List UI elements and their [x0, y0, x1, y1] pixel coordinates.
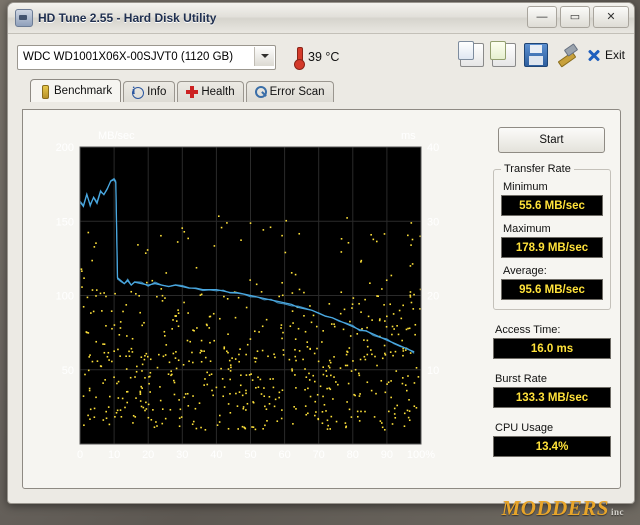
chevron-down-icon[interactable] [254, 46, 274, 66]
drive-select[interactable]: WDC WD1001X06X-00SJVT0 (1120 GB) [17, 44, 276, 70]
tab-info[interactable]: Info [123, 81, 176, 102]
results-sidebar: Start Transfer Rate Minimum 55.6 MB/sec … [493, 119, 611, 457]
copy-graph-icon[interactable] [457, 41, 484, 67]
transfer-rate-label: Transfer Rate [501, 163, 574, 175]
hard-disk-icon [15, 9, 33, 27]
svg-text:0: 0 [77, 449, 83, 461]
burst-rate-block: Burst Rate 133.3 MB/sec [493, 373, 611, 408]
watermark: MODDERS inc [502, 496, 624, 521]
svg-text:70: 70 [313, 449, 325, 461]
cpu-usage-value: 13.4% [493, 436, 611, 457]
svg-text:80: 80 [347, 449, 359, 461]
svg-text:20: 20 [142, 449, 154, 461]
tools-icon[interactable] [556, 44, 578, 66]
watermark-suffix: inc [610, 507, 624, 517]
temperature-value: 39 °C [308, 50, 340, 64]
save-icon[interactable] [523, 43, 548, 67]
svg-text:90: 90 [381, 449, 393, 461]
copy-info-icon[interactable] [489, 41, 516, 67]
svg-text:40: 40 [210, 449, 222, 461]
exit-label: Exit [604, 48, 625, 62]
cpu-usage-block: CPU Usage 13.4% [493, 422, 611, 457]
svg-text:MB/sec: MB/sec [98, 130, 135, 142]
info-icon [132, 85, 145, 99]
svg-text:30: 30 [427, 216, 439, 228]
toolbar-icon-group: Exit [457, 41, 625, 67]
tab-error-scan-label: Error Scan [269, 86, 325, 98]
thermometer-icon [294, 46, 305, 70]
svg-text:10: 10 [427, 365, 439, 377]
maximize-button[interactable]: ▭ [560, 6, 590, 28]
tab-info-label: Info [147, 86, 167, 98]
health-icon [186, 86, 199, 98]
toolbar: WDC WD1001X06X-00SJVT0 (1120 GB) 39 °C E… [8, 34, 634, 80]
benchmark-chart-svg: MB/sec ms 50 100 150 200 10 20 30 40 0 10 20 30 40 50 60… [56, 130, 440, 461]
error-scan-icon [254, 86, 267, 98]
svg-text:ms: ms [401, 130, 416, 142]
temperature-readout: 39 °C [294, 46, 340, 70]
watermark-text: MODDERS [501, 496, 609, 520]
average-value: 95.6 MB/sec [501, 279, 603, 300]
cpu-usage-label: CPU Usage [495, 422, 554, 434]
svg-text:50: 50 [62, 365, 74, 377]
tab-bar: Benchmark Info Health Error Scan [8, 79, 634, 102]
average-label: Average: [503, 265, 547, 277]
svg-text:100%: 100% [407, 449, 435, 461]
svg-text:40: 40 [427, 142, 439, 154]
burst-rate-value: 133.3 MB/sec [493, 387, 611, 408]
svg-text:10: 10 [108, 449, 120, 461]
benchmark-chart: MB/sec ms 50 100 150 200 10 20 30 40 0 10 20 30 40 50 60… [38, 119, 463, 474]
svg-text:20: 20 [427, 291, 439, 303]
burst-rate-label: Burst Rate [495, 373, 547, 385]
svg-text:100: 100 [56, 291, 74, 303]
minimum-label: Minimum [503, 181, 548, 193]
benchmark-panel: MB/sec ms 50 100 150 200 10 20 30 40 0 10 20 30 40 50 60… [22, 109, 621, 489]
tab-health-label: Health [201, 86, 235, 98]
access-time-block: Access Time: 16.0 ms [493, 324, 611, 359]
close-x-icon [586, 48, 601, 63]
minimum-value: 55.6 MB/sec [501, 195, 603, 216]
svg-text:30: 30 [176, 449, 188, 461]
tab-health[interactable]: Health [177, 81, 244, 102]
svg-text:50: 50 [244, 449, 256, 461]
app-window: HD Tune 2.55 - Hard Disk Utility — ▭ ✕ W… [7, 2, 635, 504]
minimize-button[interactable]: — [527, 6, 557, 28]
tab-benchmark-label: Benchmark [54, 85, 113, 97]
start-button[interactable]: Start [498, 127, 605, 153]
drive-select-value: WDC WD1001X06X-00SJVT0 (1120 GB) [23, 51, 234, 63]
title-bar: HD Tune 2.55 - Hard Disk Utility — ▭ ✕ [8, 3, 634, 34]
close-button[interactable]: ✕ [593, 6, 629, 28]
exit-button[interactable]: Exit [586, 48, 625, 63]
window-title: HD Tune 2.55 - Hard Disk Utility [38, 11, 217, 25]
svg-text:60: 60 [278, 449, 290, 461]
svg-text:150: 150 [56, 216, 74, 228]
maximum-value: 178.9 MB/sec [501, 237, 603, 258]
access-time-label: Access Time: [495, 324, 561, 336]
transfer-rate-group: Transfer Rate Minimum 55.6 MB/sec Maximu… [493, 163, 611, 310]
tab-benchmark[interactable]: Benchmark [30, 79, 122, 102]
access-time-value: 16.0 ms [493, 338, 611, 359]
benchmark-icon [39, 85, 50, 99]
window-controls[interactable]: — ▭ ✕ [527, 6, 629, 28]
tab-error-scan[interactable]: Error Scan [245, 81, 334, 102]
maximum-label: Maximum [503, 223, 551, 235]
svg-text:200: 200 [56, 142, 74, 154]
